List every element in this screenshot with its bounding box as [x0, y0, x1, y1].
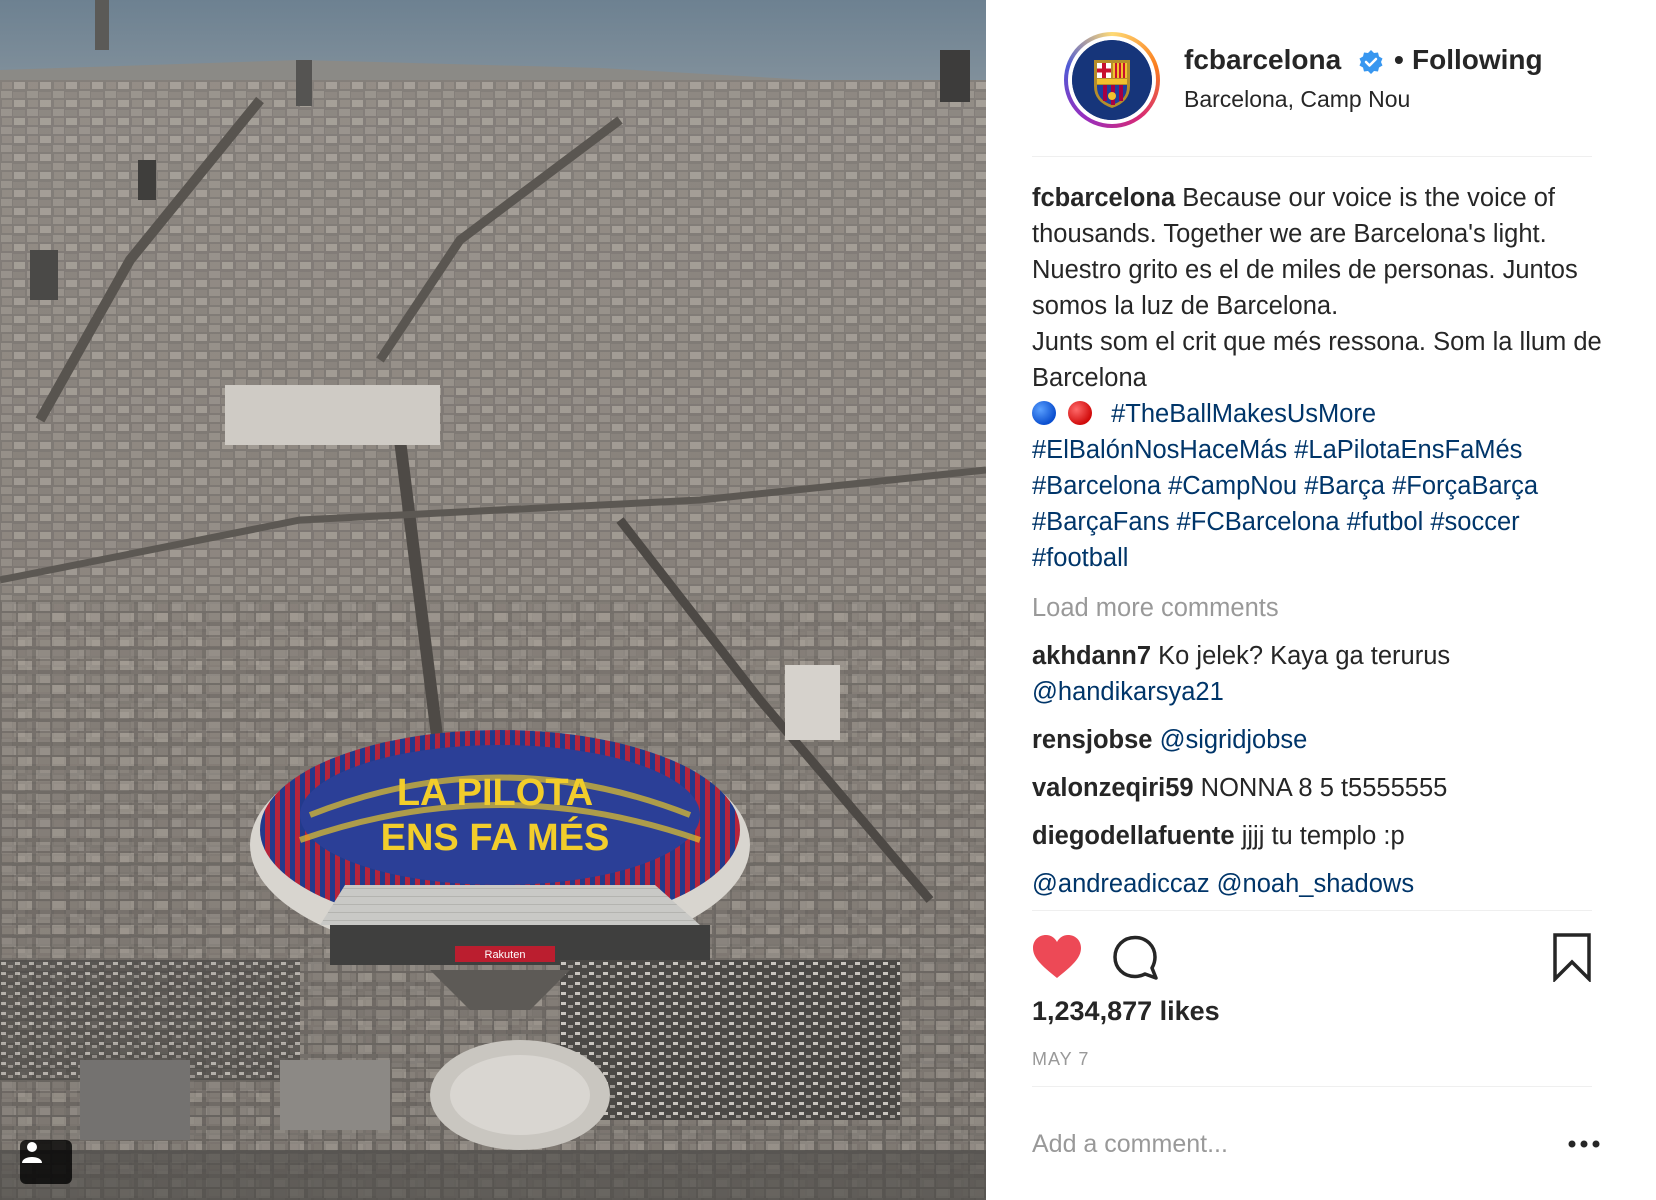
post-header: fcbarcelona • Following Barcelona, Camp …: [1026, 30, 1608, 158]
hashtag-link[interactable]: #ForçaBarça: [1392, 472, 1538, 500]
likes-count[interactable]: 1,234,877 likes: [1032, 996, 1220, 1027]
comment-mention[interactable]: @handikarsya21: [1032, 678, 1224, 706]
hashtag-link[interactable]: #football: [1032, 544, 1128, 572]
post-photo[interactable]: LA PILOTA ENS FA MÉS Rakuten: [0, 0, 986, 1200]
load-more-comments-button[interactable]: Load more comments: [1032, 590, 1602, 626]
comment-text: NONNA 8 5 t5555555: [1193, 774, 1448, 802]
comment-item: rensjobse @sigridjobse: [1032, 722, 1602, 758]
post-detail-panel: fcbarcelona • Following Barcelona, Camp …: [986, 0, 1656, 1200]
add-comment-input[interactable]: [1032, 1124, 1452, 1164]
hashtag-link[interactable]: #Barcelona: [1032, 472, 1161, 500]
comment-item: diegodellafuente jjjj tu templo :p: [1032, 818, 1602, 854]
hashtag-link[interactable]: #futbol: [1347, 508, 1424, 536]
hashtag-link[interactable]: #LaPilotaEnsFaMés: [1294, 436, 1522, 464]
comment-mention[interactable]: @andreadiccaz @noah_shadows: [1032, 870, 1414, 898]
footer-divider: [1032, 1086, 1592, 1087]
header-separator: •: [1394, 44, 1404, 75]
hashtag-link[interactable]: #CampNou: [1168, 472, 1297, 500]
more-options-icon[interactable]: [1564, 1132, 1604, 1156]
bookmark-icon[interactable]: [1552, 932, 1592, 982]
banner-line1: LA PILOTA: [397, 772, 593, 814]
comment-item: akhdann7 Ko jelek? Kaya ga terurus @hand…: [1032, 638, 1602, 710]
sponsor-sign: Rakuten: [485, 949, 526, 961]
fcb-crest-icon: [1072, 40, 1152, 120]
hashtag-link[interactable]: #ElBalónNosHaceMás: [1032, 436, 1287, 464]
comment-username[interactable]: rensjobse: [1032, 726, 1152, 754]
heart-icon[interactable]: [1032, 934, 1082, 980]
post-date[interactable]: MAY 7: [1032, 1049, 1089, 1070]
banner-line2: ENS FA MÉS: [381, 815, 610, 859]
comment-username[interactable]: diegodellafuente: [1032, 822, 1235, 850]
hashtag-link[interactable]: #FCBarcelona: [1177, 508, 1340, 536]
caption-text-ca: Junts som el crit que més ressona. Som l…: [1032, 328, 1602, 392]
person-icon: [22, 1142, 42, 1163]
comment-username[interactable]: akhdann7: [1032, 642, 1151, 670]
comment-text: jjjj tu templo :p: [1234, 822, 1405, 850]
following-button[interactable]: Following: [1412, 44, 1543, 76]
header-username-link[interactable]: fcbarcelona: [1184, 44, 1341, 76]
hashtag-link[interactable]: #BarçaFans: [1032, 508, 1170, 536]
hashtag-link[interactable]: #Barça: [1304, 472, 1385, 500]
comment-icon[interactable]: [1112, 934, 1158, 980]
comment-username[interactable]: valonzeqiri59: [1032, 774, 1194, 802]
header-divider: [1032, 156, 1592, 157]
comment-text: [1152, 726, 1159, 754]
comment-item: valonzeqiri59 NONNA 8 5 t5555555: [1032, 770, 1602, 806]
stadium-aerial-image: LA PILOTA ENS FA MÉS Rakuten: [0, 0, 986, 1200]
verified-badge-icon: [1359, 50, 1383, 74]
comments-divider: [1032, 910, 1592, 911]
caption-username[interactable]: fcbarcelona: [1032, 184, 1175, 212]
avatar[interactable]: [1064, 32, 1160, 128]
hashtag-link[interactable]: #TheBallMakesUsMore: [1111, 400, 1376, 428]
red-circle-icon: [1068, 401, 1092, 425]
location-link[interactable]: Barcelona, Camp Nou: [1184, 86, 1410, 113]
comments-list[interactable]: fcbarcelona Because our voice is the voi…: [1032, 180, 1602, 910]
comment-mention[interactable]: @sigridjobse: [1160, 726, 1308, 754]
blue-circle-icon: [1032, 401, 1056, 425]
tagged-user-button[interactable]: [20, 1140, 72, 1184]
post-caption: fcbarcelona Because our voice is the voi…: [1032, 180, 1602, 576]
action-bar: [1032, 928, 1592, 988]
hashtag-link[interactable]: #soccer: [1430, 508, 1519, 536]
comment-item: @andreadiccaz @noah_shadows: [1032, 866, 1602, 902]
comment-text: Ko jelek? Kaya ga terurus: [1151, 642, 1451, 670]
caption-text-es: Nuestro grito es el de miles de personas…: [1032, 256, 1578, 320]
